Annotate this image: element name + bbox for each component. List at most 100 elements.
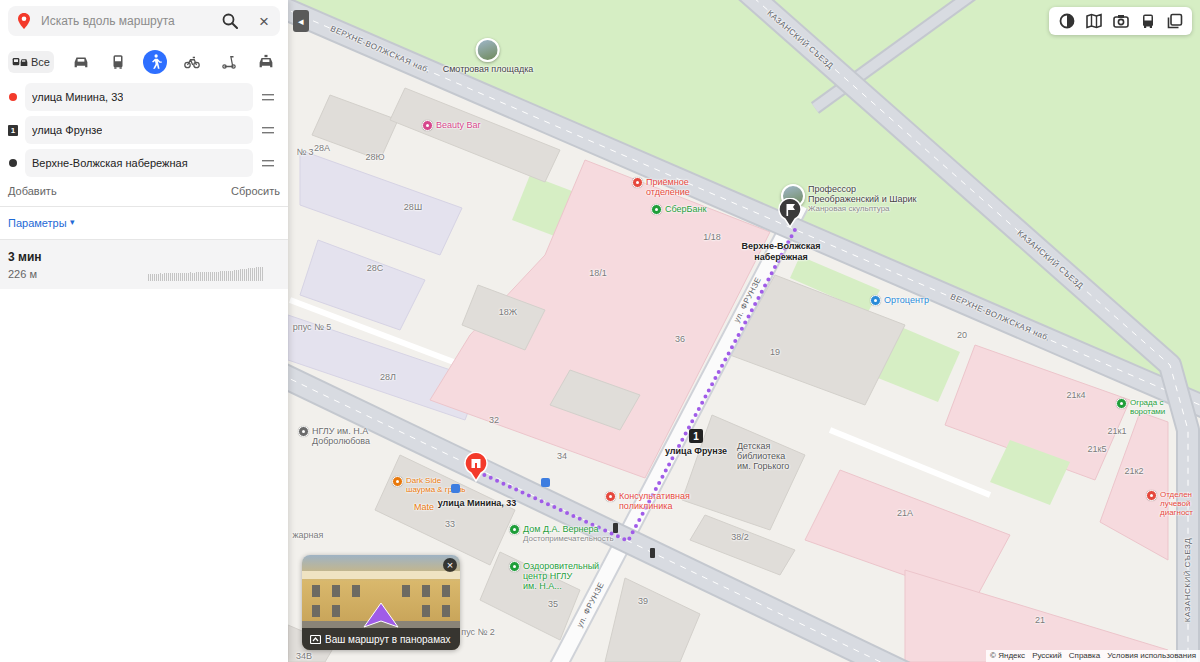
divider bbox=[0, 206, 288, 207]
map-poi[interactable]: Приёмноеотделение bbox=[632, 177, 690, 197]
map-poi[interactable]: Дом Д.А. ВернераДостопримечательность bbox=[509, 524, 614, 543]
waypoint-field[interactable]: Верхне-Волжская набережная bbox=[25, 149, 253, 177]
mode-scooter[interactable] bbox=[217, 50, 241, 74]
map-poi[interactable]: Консультативнаяполиклиника bbox=[605, 491, 690, 511]
mode-taxi[interactable] bbox=[254, 50, 278, 74]
attribution-link[interactable]: Справка bbox=[1069, 650, 1100, 662]
panorama-camera-icon[interactable] bbox=[1107, 13, 1134, 29]
map-poi[interactable]: Mate bbox=[414, 502, 434, 512]
poi-label[interactable]: Ортоцентр bbox=[884, 295, 929, 305]
drag-handle-icon[interactable] bbox=[256, 127, 280, 134]
poi-icon[interactable] bbox=[509, 524, 520, 535]
map-poi[interactable]: Ортоцентр bbox=[870, 295, 929, 306]
attribution-link[interactable]: Русский bbox=[1032, 650, 1062, 662]
map-poi[interactable]: Смотровая площадка bbox=[443, 38, 534, 74]
poi-label[interactable]: Отделенлучевойдиагност bbox=[1160, 490, 1193, 517]
attribution-link[interactable]: © Яндекс bbox=[990, 650, 1025, 662]
poi-icon[interactable] bbox=[605, 491, 616, 502]
drag-handle-icon[interactable] bbox=[256, 160, 280, 167]
poi-label[interactable]: Приёмноеотделение bbox=[646, 177, 690, 197]
map-poi[interactable]: СберБанк bbox=[651, 204, 706, 215]
layers-icon[interactable] bbox=[1161, 13, 1188, 29]
elevation-bar bbox=[214, 272, 215, 282]
poi-label[interactable]: Дом Д.А. ВернераДостопримечательность bbox=[523, 524, 614, 543]
map-poi[interactable]: Оздоровительныйцентр НГЛУим. Н.А... bbox=[509, 561, 599, 591]
poi-label[interactable]: Смотровая площадка bbox=[443, 64, 534, 74]
house-number: 1/18 bbox=[703, 233, 721, 242]
elevation-bar bbox=[202, 272, 203, 281]
elevation-bar bbox=[230, 271, 231, 282]
elevation-bar bbox=[234, 270, 235, 281]
guide-book-icon[interactable] bbox=[1080, 13, 1107, 29]
mode-bike[interactable] bbox=[180, 50, 204, 74]
elevation-bar bbox=[188, 273, 189, 281]
house-number: 21к2 bbox=[1125, 467, 1144, 476]
via-marker[interactable]: 1 bbox=[689, 429, 703, 443]
taxi-icon bbox=[257, 53, 275, 71]
panorama-card[interactable]: ×Ваш маршрут в панорамах bbox=[302, 555, 460, 650]
poi-icon[interactable] bbox=[870, 295, 881, 306]
waypoint-row[interactable]: Верхне-Волжская набережная bbox=[8, 149, 280, 177]
map[interactable]: ◂КАЗАНСКИЙ СЪЕЗДКАЗАНСКИЙ СЪЕЗДКАЗАНСКИЙ… bbox=[288, 0, 1200, 662]
attribution-link[interactable]: Условия использования bbox=[1107, 650, 1196, 662]
search-icon[interactable] bbox=[222, 13, 238, 29]
poi-icon[interactable] bbox=[422, 120, 433, 131]
poi-label[interactable]: Beauty Bar bbox=[436, 120, 481, 130]
parameters-toggle[interactable]: Параметры▾ bbox=[8, 207, 280, 239]
map-poi[interactable]: Детскаябиблиотекаим. Горького bbox=[737, 441, 789, 471]
map-poi[interactable]: Ограда своротами bbox=[1116, 398, 1165, 416]
waypoint-field[interactable]: улица Минина, 33 bbox=[25, 83, 253, 111]
mode-walk[interactable] bbox=[143, 50, 167, 74]
finish-marker[interactable] bbox=[778, 198, 802, 228]
poi-label[interactable]: СберБанк bbox=[665, 204, 706, 214]
elevation-bar bbox=[222, 271, 223, 281]
poi-label[interactable]: ПрофессорПреображенский и ШарикЖанровая … bbox=[808, 184, 916, 213]
poi-label[interactable]: Mate bbox=[414, 502, 434, 512]
poi-icon[interactable] bbox=[1146, 490, 1157, 501]
house-number: 28Л bbox=[380, 373, 396, 382]
mode-car[interactable] bbox=[69, 50, 93, 74]
reset-button[interactable]: Сбросить bbox=[231, 183, 280, 200]
street-label: КАЗАНСКИЙ СЪЕЗД bbox=[766, 9, 835, 70]
poi-icon[interactable] bbox=[509, 561, 520, 572]
street-label: ул. ФРУНЗЕ bbox=[576, 581, 606, 629]
street-label: КАЗАНСКИЙ СЪЕЗД bbox=[1184, 538, 1192, 622]
map-poi[interactable]: Отделенлучевойдиагност bbox=[1146, 490, 1193, 517]
poi-label[interactable]: Оздоровительныйцентр НГЛУим. Н.А... bbox=[523, 561, 599, 591]
start-marker[interactable] bbox=[464, 452, 488, 482]
traffic-icon[interactable] bbox=[1053, 13, 1080, 29]
drag-handle-icon[interactable] bbox=[256, 94, 280, 101]
collapse-panel-button[interactable]: ◂ bbox=[293, 10, 309, 32]
poi-label[interactable]: НГЛУ им. Н.АДобролюбова bbox=[312, 426, 370, 446]
map-attribution: © Яндекс Русский Справка Условия использова… bbox=[986, 650, 1200, 662]
poi-icon[interactable] bbox=[298, 426, 309, 437]
poi-label[interactable]: Детскаябиблиотекаим. Горького bbox=[737, 441, 789, 471]
house-number: 28С bbox=[367, 264, 384, 273]
search-input[interactable] bbox=[41, 12, 222, 30]
poi-icon[interactable] bbox=[651, 204, 662, 215]
poi-icon[interactable] bbox=[1116, 398, 1127, 409]
bus-stop-icon[interactable] bbox=[451, 484, 460, 493]
waypoint-field[interactable]: улица Фрунзе bbox=[25, 116, 253, 144]
route-panel: × Все улица Минина, 33 1улица Фрунзе Верхне-… bbox=[0, 0, 288, 662]
poi-icon[interactable] bbox=[632, 177, 643, 188]
add-waypoint-button[interactable]: Добавить bbox=[8, 183, 57, 200]
elevation-bar bbox=[232, 271, 233, 282]
map-poi[interactable]: НГЛУ им. Н.АДобролюбова bbox=[298, 426, 370, 446]
poi-photo[interactable] bbox=[476, 38, 500, 62]
map-overlay: ◂КАЗАНСКИЙ СЪЕЗДКАЗАНСКИЙ СЪЕЗДКАЗАНСКИЙ… bbox=[288, 0, 1200, 662]
clear-button[interactable]: × bbox=[256, 13, 272, 30]
map-poi[interactable]: Beauty Bar bbox=[422, 120, 481, 131]
route-search[interactable]: × bbox=[8, 6, 280, 36]
bus-stop-icon[interactable] bbox=[541, 478, 550, 487]
mode-all[interactable]: Все bbox=[8, 51, 54, 73]
poi-label[interactable]: Ограда своротами bbox=[1130, 398, 1165, 416]
route-option[interactable]: 3 мин226 м bbox=[0, 239, 288, 289]
mode-bus[interactable] bbox=[106, 50, 130, 74]
waypoint-row[interactable]: 1улица Фрунзе bbox=[8, 116, 280, 144]
poi-label[interactable]: Консультативнаяполиклиника bbox=[619, 491, 690, 511]
waypoint-row[interactable]: улица Минина, 33 bbox=[8, 83, 280, 111]
panorama-close-button[interactable]: × bbox=[443, 558, 457, 572]
poi-icon[interactable] bbox=[392, 476, 403, 487]
transit-bus-icon[interactable] bbox=[1134, 13, 1161, 29]
